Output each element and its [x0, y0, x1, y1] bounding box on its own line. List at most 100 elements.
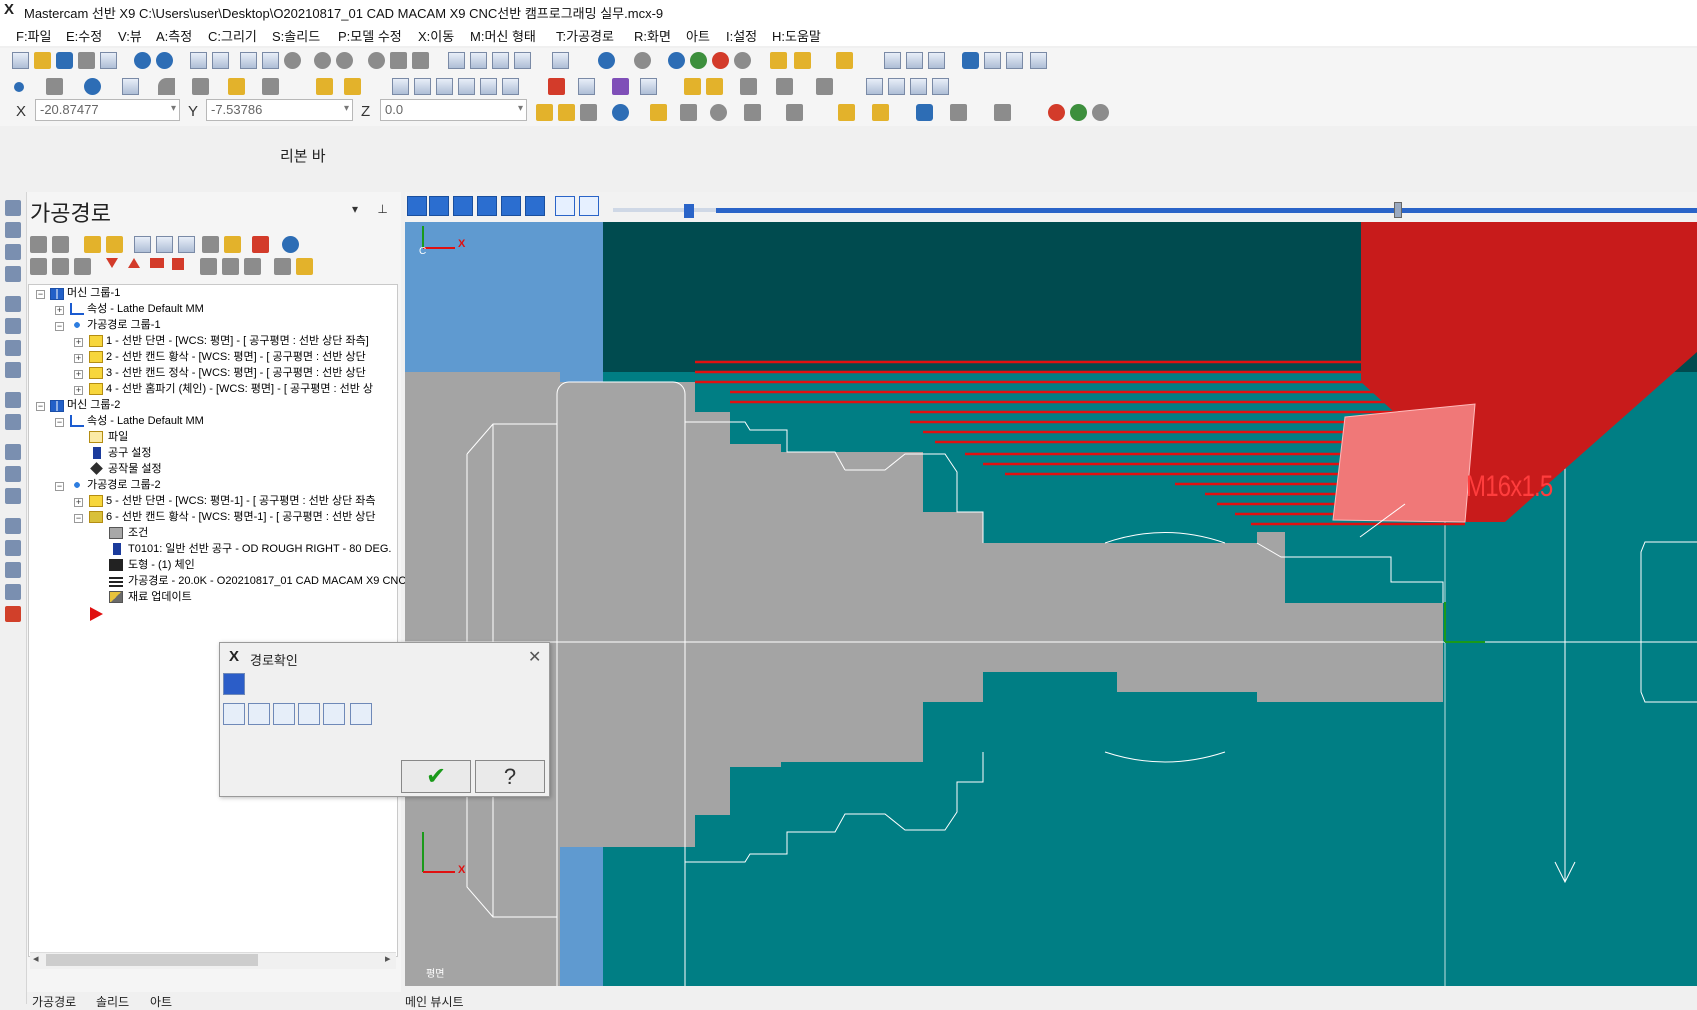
zoom-box-icon[interactable] [262, 52, 279, 69]
end-selection-icon[interactable] [1070, 104, 1087, 121]
shaded-green-icon[interactable] [690, 52, 707, 69]
sphere-icon[interactable] [634, 52, 651, 69]
lathe-groove-icon[interactable] [932, 78, 949, 95]
skip-start-icon[interactable] [453, 196, 473, 216]
post-ops-icon[interactable] [202, 236, 219, 253]
solid-icon[interactable] [228, 78, 245, 95]
lathe-thread-icon[interactable] [5, 414, 21, 430]
lathe-face-icon[interactable] [866, 78, 883, 95]
trim-icon[interactable] [316, 78, 333, 95]
tree-node-op-3[interactable]: 3 - 선반 캔드 정삭 - [WCS: 평면] - [ 공구평면 : 선반 상… [106, 366, 366, 381]
fit-icon[interactable] [190, 52, 207, 69]
tree-expander[interactable]: − [55, 482, 64, 491]
spline-icon[interactable] [192, 78, 209, 95]
menu-edit[interactable]: E:수정 [66, 26, 102, 45]
xform-offset-icon[interactable] [458, 78, 475, 95]
tree-expander[interactable]: + [74, 498, 83, 507]
simulate-icon[interactable] [178, 236, 195, 253]
menu-art[interactable]: 아트 [686, 26, 710, 45]
array-icon[interactable] [612, 78, 629, 95]
show-ops-icon[interactable] [244, 258, 261, 275]
regen-icon[interactable] [5, 266, 21, 282]
cursor-select-icon[interactable] [786, 104, 803, 121]
highfeed-icon[interactable] [5, 362, 21, 378]
body-select-icon[interactable] [916, 104, 933, 121]
lathe-steady-icon[interactable] [5, 540, 21, 556]
lathe-finish-icon[interactable] [910, 78, 927, 95]
select-toolpath-icon[interactable] [5, 222, 21, 238]
xform-roll-icon[interactable] [548, 78, 565, 95]
open-file-icon[interactable] [34, 52, 51, 69]
measure-icon[interactable] [884, 52, 901, 69]
menu-screen[interactable]: R:화면 [634, 26, 671, 45]
select-only-icon[interactable] [680, 104, 697, 121]
new-file-icon[interactable] [12, 52, 29, 69]
tree-node-toolpath-group-1[interactable]: 가공경로 그룹-1 [87, 318, 161, 333]
lock-ops-icon[interactable] [30, 258, 47, 275]
regen-dirty-icon[interactable] [106, 236, 123, 253]
menu-analyze[interactable]: A:측정 [156, 26, 192, 45]
view-right-icon[interactable] [514, 52, 531, 69]
tree-node-stock-update[interactable]: 재료 업데이트 [128, 590, 192, 605]
translucency-icon[interactable] [712, 52, 729, 69]
menu-model-prep[interactable]: P:모델 수정 [338, 26, 402, 45]
show-path-icon[interactable] [323, 703, 345, 725]
tree-expander[interactable]: + [74, 338, 83, 347]
line-icon[interactable] [46, 78, 63, 95]
horizontal-dim-icon[interactable] [740, 78, 757, 95]
lathe-cutoff-icon[interactable] [5, 444, 21, 460]
config-icon[interactable] [962, 52, 979, 69]
toolpath-view-icon[interactable] [578, 78, 595, 95]
select-all-icon[interactable] [650, 104, 667, 121]
rectangle-icon[interactable] [122, 78, 139, 95]
menu-view[interactable]: V:뷰 [118, 26, 142, 45]
select-all-ops-icon[interactable] [30, 236, 47, 253]
tab-art[interactable]: 아트 [150, 993, 172, 1010]
playback-timeline[interactable] [716, 208, 1697, 213]
toggle-display-icon[interactable] [52, 258, 69, 275]
regen-selected-icon[interactable] [84, 236, 101, 253]
insert-arrow-marker-icon[interactable] [90, 607, 103, 621]
tree-node-stock-setup[interactable]: 공작물 설정 [108, 462, 162, 477]
select-dirty-ops-icon[interactable] [52, 236, 69, 253]
help-button[interactable]: ? [475, 760, 545, 793]
grid-snap-icon[interactable] [928, 52, 945, 69]
x-coord-input[interactable]: -20.87477 [35, 99, 180, 121]
insert-arrow-icon[interactable] [150, 258, 164, 268]
speed-slider-thumb[interactable] [684, 204, 694, 218]
dialog-close-button[interactable]: ✕ [528, 647, 541, 667]
solid-select-icon[interactable] [838, 104, 855, 121]
tree-node-op-6[interactable]: 6 - 선반 캔드 황삭 - [WCS: 평면-1] - [ 공구평면 : 선반… [106, 510, 375, 525]
print-icon[interactable] [78, 52, 95, 69]
point-icon[interactable] [14, 82, 24, 92]
scroll-left-icon[interactable]: ◂ [33, 952, 39, 965]
selection-mode-icon[interactable] [710, 104, 727, 121]
scroll-insert-icon[interactable] [172, 258, 184, 270]
ok-button[interactable]: ✔ [401, 760, 471, 793]
backplot-ops-icon[interactable] [134, 236, 151, 253]
lathe-rough-icon[interactable] [888, 78, 905, 95]
run-path-icon[interactable] [460, 730, 482, 752]
tree-node-tool-settings[interactable]: 공구 설정 [108, 446, 152, 461]
unzoom-icon[interactable] [314, 52, 331, 69]
play-icon[interactable] [407, 196, 427, 216]
timeline-handle[interactable] [1394, 202, 1402, 218]
wireframe-icon[interactable] [598, 52, 615, 69]
tree-expander[interactable]: − [55, 418, 64, 427]
tree-node-properties-2[interactable]: 속성 - Lathe Default MM [87, 414, 204, 429]
view-iso-icon[interactable] [448, 52, 465, 69]
line-style-icon[interactable] [794, 52, 811, 69]
expand-all-icon[interactable] [200, 258, 217, 275]
circle-icon[interactable] [84, 78, 101, 95]
lathe-tailstock-icon[interactable] [5, 488, 21, 504]
print-preview-icon[interactable] [100, 52, 117, 69]
tree-node-geometry[interactable]: 도형 - (1) 체인 [128, 558, 195, 573]
view-menu-icon[interactable] [552, 52, 569, 69]
fillet-icon[interactable] [158, 78, 175, 95]
menu-file[interactable]: F:파일 [16, 26, 51, 45]
verify-icon[interactable] [5, 318, 21, 334]
surface-select-icon[interactable] [994, 104, 1011, 121]
rotate-icon[interactable] [390, 52, 407, 69]
tree-node-op-2[interactable]: 2 - 선반 캔드 황삭 - [WCS: 평면] - [ 공구평면 : 선반 상… [106, 350, 366, 365]
y-coord-input[interactable]: -7.53786 [206, 99, 353, 121]
